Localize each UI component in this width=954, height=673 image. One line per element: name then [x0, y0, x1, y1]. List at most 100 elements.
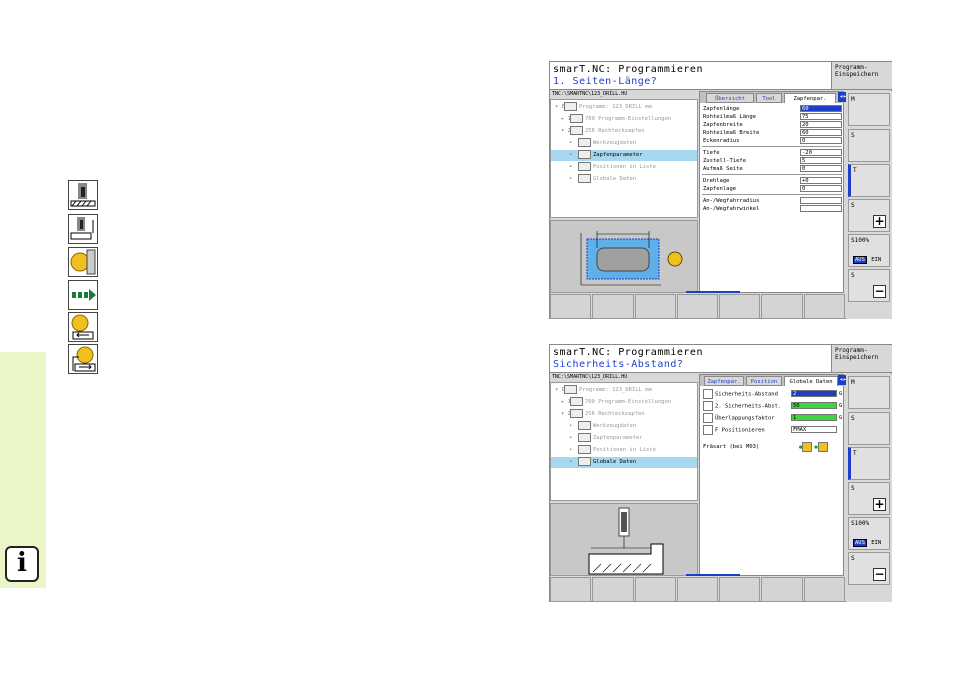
tree-bullet[interactable]: •	[569, 433, 578, 444]
divider	[702, 194, 842, 195]
tab-globale-daten[interactable]: Globale Daten	[784, 376, 838, 386]
param-input[interactable]: 0	[800, 137, 842, 144]
aus-label[interactable]: AUS	[853, 539, 867, 547]
tree-node[interactable]: • Positionen in Liste	[569, 162, 656, 173]
override-button[interactable]: S100% AUS EIN	[848, 234, 890, 267]
spindle-plus-button[interactable]: S +	[848, 482, 890, 515]
tree-node[interactable]: • Werkzeugdaten	[569, 421, 636, 432]
param-input[interactable]: 0	[800, 165, 842, 172]
softkey-7[interactable]	[803, 294, 845, 319]
softkey-2[interactable]	[592, 577, 634, 602]
param-row: Überlappungsfaktor 1 G	[703, 413, 843, 423]
param-input[interactable]: 1	[791, 414, 837, 421]
softkey-6[interactable]	[761, 577, 803, 602]
tree-node[interactable]: ▾ 0 Programm: 123_DRILL mm	[555, 102, 652, 113]
tree-bullet[interactable]: ▾ 2	[561, 409, 571, 420]
param-input[interactable]: 60	[800, 105, 842, 112]
softkey-6[interactable]	[761, 294, 803, 319]
param-label: Überlappungsfaktor	[715, 415, 775, 422]
tree-bullet[interactable]: •	[569, 174, 578, 185]
tool-button[interactable]: T	[848, 164, 890, 197]
tree-bullet[interactable]: •	[569, 445, 578, 456]
tree-node-label: Zapfenparameter	[593, 152, 643, 158]
tree-node[interactable]: ▾ 0 Programm: 123_DRILL mm	[555, 385, 652, 396]
tree-node[interactable]: ▸ 1 700 Programm-Einstellungen	[561, 397, 671, 408]
softkey-5[interactable]	[719, 577, 761, 602]
tree-bullet[interactable]: •	[569, 138, 578, 149]
spindle-minus-button[interactable]: S −	[848, 552, 890, 585]
m-function-button[interactable]: M	[848, 93, 890, 126]
param-input[interactable]	[800, 197, 842, 204]
tree-bullet[interactable]: ▸ 1	[561, 114, 571, 125]
up-milling-icon[interactable]	[817, 442, 828, 452]
tree-bullet[interactable]: ▾ 2	[561, 126, 571, 137]
param-input[interactable]: FMAX	[791, 426, 837, 433]
climb-milling-icon[interactable]	[802, 442, 813, 452]
softkey-1[interactable]	[550, 577, 592, 602]
param-input[interactable]: 20	[800, 121, 842, 128]
softkey-3[interactable]	[634, 577, 676, 602]
tab-zapfenpar[interactable]: Zapfenpar.	[704, 376, 744, 386]
tree-bullet[interactable]: ▸ 1	[561, 397, 571, 408]
param-input[interactable]: 0	[800, 185, 842, 192]
param-row: Aufmaß Seite 0	[703, 165, 843, 173]
parameter-form: Zapfenpar. Position Globale Daten ◂▸ Sic…	[699, 374, 848, 576]
param-row: Rohteilmaß Länge 75	[703, 113, 843, 121]
tree-node[interactable]: • Zapfenparameter	[551, 150, 697, 161]
tree-node[interactable]: ▸ 1 700 Programm-Einstellungen	[561, 114, 671, 125]
tree-node[interactable]: • Globale Daten	[569, 174, 636, 185]
tree-bullet[interactable]: •	[569, 421, 578, 432]
param-input[interactable]: 2	[791, 390, 837, 397]
save-program-button[interactable]: Programm- Einspeichern	[832, 345, 892, 373]
softkey-4[interactable]	[676, 294, 719, 319]
softkey-7[interactable]	[803, 577, 845, 602]
tree-bullet[interactable]: •	[569, 162, 578, 173]
tree-node[interactable]: • Werkzeugdaten	[569, 138, 636, 149]
softkey-1[interactable]	[550, 294, 592, 319]
softkey-5[interactable]	[719, 294, 761, 319]
param-input[interactable]: 50	[791, 402, 837, 409]
spindle-button[interactable]: S	[848, 129, 890, 162]
tree-bullet[interactable]: •	[569, 150, 578, 161]
tree-node[interactable]: • Globale Daten	[551, 457, 697, 468]
param-input[interactable]: 75	[800, 113, 842, 120]
param-input[interactable]: 5	[800, 157, 842, 164]
tab-uebersicht[interactable]: Übersicht	[706, 93, 754, 103]
param-label: Rohteilmaß Breite	[703, 130, 760, 136]
override-button[interactable]: S100% AUS EIN	[848, 517, 890, 550]
save-program-button[interactable]: Programm- Einspeichern	[832, 62, 892, 90]
param-input[interactable]	[800, 205, 842, 212]
tree-node-label: Positionen in Liste	[593, 447, 656, 453]
tree-node[interactable]: ▾ 2 256 Rechteckzapfen	[561, 409, 645, 420]
program-tree: ▾ 0 Programm: 123_DRILL mm ▸ 1 700 Programm…	[550, 99, 698, 218]
tree-node-label: 256 Rechteckzapfen	[585, 128, 645, 134]
spindle-button[interactable]: S	[848, 412, 890, 445]
param-input[interactable]: -20	[800, 149, 842, 156]
aus-label[interactable]: AUS	[853, 256, 867, 264]
tool-button[interactable]: T	[848, 447, 890, 480]
tree-node-label: Globale Daten	[593, 176, 637, 182]
m-function-button[interactable]: M	[848, 376, 890, 409]
softkey-2[interactable]	[592, 294, 634, 319]
softkey-4[interactable]	[676, 577, 719, 602]
ein-label[interactable]: EIN	[870, 540, 882, 546]
fraesart-options[interactable]: ● ●	[799, 442, 830, 452]
spindle-minus-button[interactable]: S −	[848, 269, 890, 302]
tree-bullet[interactable]: ▾ 0	[555, 385, 565, 396]
tree-bullet[interactable]: •	[569, 457, 578, 468]
spindle-plus-button[interactable]: S +	[848, 199, 890, 232]
tab-tool[interactable]: Tool	[756, 93, 782, 103]
tree-bullet[interactable]: ▾ 0	[555, 102, 565, 113]
app-title: smarT.NC: Programmieren	[553, 347, 703, 358]
info-icon[interactable]: i	[5, 546, 39, 582]
param-input[interactable]: +0	[800, 177, 842, 184]
ein-label[interactable]: EIN	[870, 257, 882, 263]
tree-node[interactable]: • Zapfenparameter	[569, 433, 643, 444]
tree-node[interactable]: • Positionen in Liste	[569, 445, 656, 456]
softkey-bar	[550, 294, 846, 319]
tab-position[interactable]: Position	[746, 376, 782, 386]
softkey-3[interactable]	[634, 294, 676, 319]
tab-zapfenpar[interactable]: Zapfenpar.	[784, 93, 836, 103]
tree-node[interactable]: ▾ 2 256 Rechteckzapfen	[561, 126, 645, 137]
param-input[interactable]: 60	[800, 129, 842, 136]
